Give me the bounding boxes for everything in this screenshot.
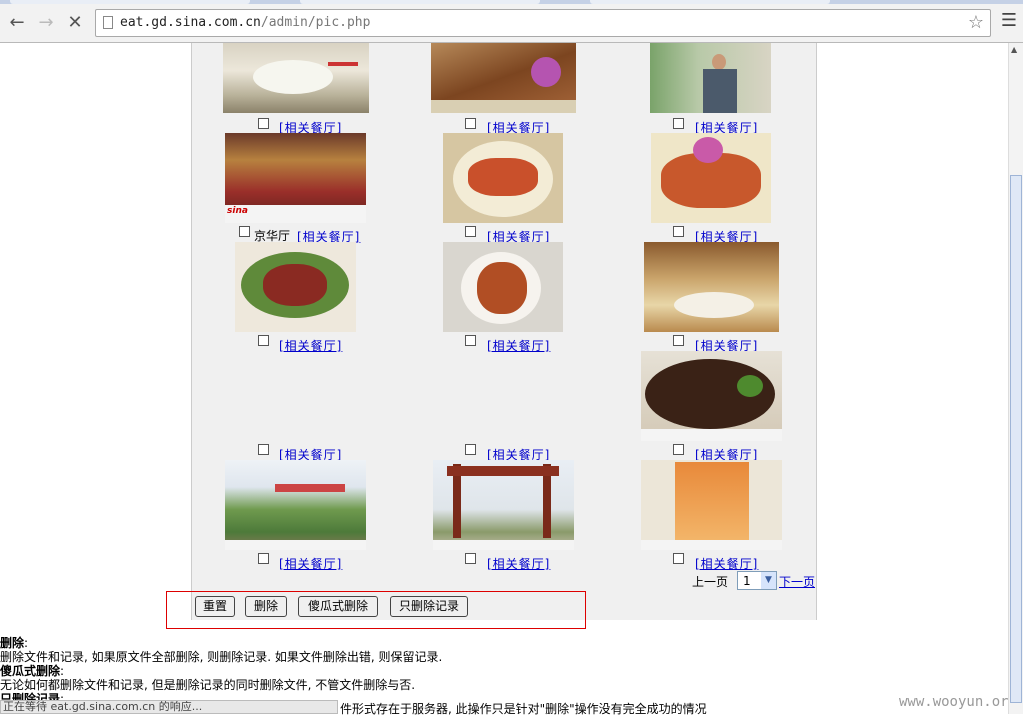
status-bar: 正在等待 eat.gd.sina.com.cn 的响应...	[0, 700, 338, 714]
photo-checkbox[interactable]	[465, 444, 476, 455]
photo-panel: [相关餐厅] [相关餐厅] [相关餐厅] sina 京华厅 [相关餐厅] [相关…	[191, 43, 817, 620]
photo-thumbnail	[651, 133, 771, 223]
photo-checkbox[interactable]	[258, 444, 269, 455]
related-restaurant-link[interactable]: [相关餐厅]	[279, 337, 342, 354]
tab[interactable]	[10, 0, 250, 4]
photo-checkbox[interactable]	[673, 335, 684, 346]
url-path: /admin/pic.php	[260, 15, 371, 30]
browser-toolbar: ← → ✕ eat.gd.sina.com.cn/admin/pic.php ☆…	[0, 0, 1023, 43]
photo-thumbnail	[225, 460, 366, 550]
next-page-link[interactable]: 下一页	[779, 573, 815, 590]
photo-checkbox[interactable]	[258, 118, 269, 129]
photo-checkbox[interactable]	[465, 226, 476, 237]
photo-thumbnail	[433, 460, 574, 550]
forward-arrow-icon[interactable]: →	[35, 12, 57, 34]
tab[interactable]	[590, 0, 830, 4]
photo-checkbox[interactable]	[465, 118, 476, 129]
delete-record-only-button[interactable]: 只删除记录	[390, 596, 468, 617]
force-delete-button[interactable]: 傻瓜式删除	[298, 596, 378, 617]
page-select-value: 1	[743, 574, 751, 588]
delete-button[interactable]: 删除	[245, 596, 287, 617]
photo-checkbox[interactable]	[465, 553, 476, 564]
stop-loading-icon[interactable]: ✕	[64, 12, 86, 34]
scroll-up-icon[interactable]: ▲	[1011, 45, 1017, 54]
photo-thumbnail	[223, 43, 369, 113]
help-delete-desc: 删除文件和记录, 如果原文件全部删除, 则删除记录. 如果文件删除出错, 则保留…	[0, 650, 443, 664]
page-viewport: [相关餐厅] [相关餐厅] [相关餐厅] sina 京华厅 [相关餐厅] [相关…	[0, 43, 1008, 714]
url-host: eat.gd.sina.com.cn	[120, 15, 261, 30]
bookmark-star-icon[interactable]: ☆	[968, 12, 984, 33]
photo-thumbnail: sina	[225, 133, 366, 223]
tab[interactable]	[300, 0, 540, 4]
watermark: www.wooyun.org	[898, 694, 1017, 710]
address-bar[interactable]: eat.gd.sina.com.cn/admin/pic.php ☆	[95, 9, 991, 37]
help-record-desc: 件形式存在于服务器, 此操作只是针对"删除"操作没有完全成功的情况	[340, 702, 707, 716]
chevron-down-icon[interactable]: ▼	[761, 572, 776, 589]
related-restaurant-link[interactable]: [相关餐厅]	[695, 555, 758, 572]
photo-thumbnail	[641, 460, 782, 550]
photo-thumbnail	[431, 43, 576, 113]
photo-thumbnail	[644, 242, 779, 332]
photo-thumbnail	[641, 351, 782, 441]
scrollbar-thumb[interactable]	[1010, 175, 1022, 703]
related-restaurant-link[interactable]: [相关餐厅]	[487, 555, 550, 572]
photo-checkbox[interactable]	[258, 553, 269, 564]
photo-thumbnail	[443, 133, 563, 223]
photo-checkbox[interactable]	[673, 226, 684, 237]
back-arrow-icon[interactable]: ←	[6, 12, 28, 34]
photo-checkbox[interactable]	[239, 226, 250, 237]
page-select[interactable]: 1 ▼	[737, 571, 777, 590]
prev-page-label: 上一页	[692, 575, 729, 589]
vertical-scrollbar[interactable]: ▲	[1008, 43, 1023, 714]
tab-strip	[0, 0, 1023, 4]
related-restaurant-link[interactable]: [相关餐厅]	[279, 555, 342, 572]
photo-thumbnail	[650, 43, 771, 113]
photo-checkbox[interactable]	[465, 335, 476, 346]
hamburger-menu-icon[interactable]: ☰	[1000, 12, 1018, 30]
page-icon	[103, 16, 113, 29]
related-restaurant-link[interactable]: [相关餐厅]	[487, 337, 550, 354]
photo-checkbox[interactable]	[258, 335, 269, 346]
photo-checkbox[interactable]	[673, 118, 684, 129]
photo-thumbnail	[443, 242, 563, 332]
url-text[interactable]: eat.gd.sina.com.cn/admin/pic.php	[120, 15, 370, 30]
photo-thumbnail	[235, 242, 356, 332]
photo-credit-logo: sina	[227, 206, 248, 216]
reset-button[interactable]: 重置	[195, 596, 235, 617]
photo-checkbox[interactable]	[673, 553, 684, 564]
photo-checkbox[interactable]	[673, 444, 684, 455]
